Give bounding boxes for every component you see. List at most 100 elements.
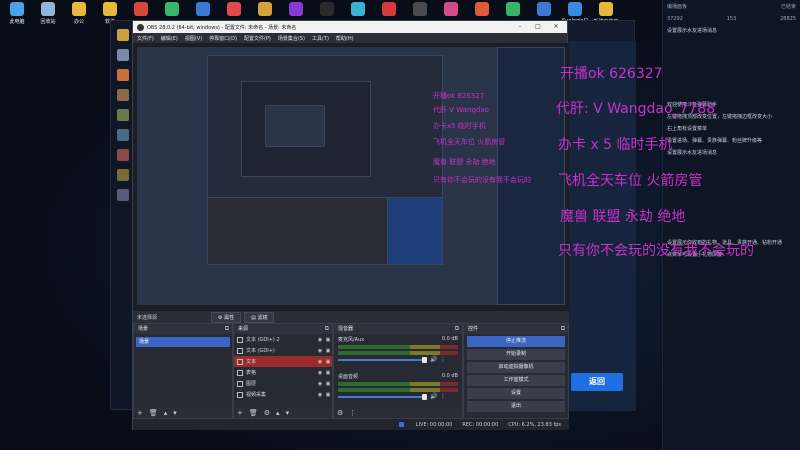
trash-icon[interactable]: 🗑 xyxy=(249,408,258,418)
visibility-icon[interactable]: ◉ xyxy=(316,359,324,365)
source-row[interactable]: 文本 (GDI+) ◉ ▣ xyxy=(234,345,332,356)
game-menu-icon[interactable] xyxy=(117,189,129,201)
source-row[interactable]: 文本 ◉ ▣ xyxy=(234,356,332,367)
desktop-shortcut-icon[interactable] xyxy=(438,2,464,18)
menu-item[interactable]: 场景集合(S) xyxy=(278,35,305,42)
properties-button[interactable]: ⚙ 属性 xyxy=(211,311,242,323)
menu-item[interactable]: 视图(V) xyxy=(185,35,202,42)
add-icon[interactable]: + xyxy=(137,408,143,418)
visibility-icon[interactable]: ◉ xyxy=(316,381,324,387)
undock-icon[interactable]: ⧉ xyxy=(561,324,565,334)
dock-title: 来源 ⧉ xyxy=(234,324,332,334)
menu-item[interactable]: 工具(T) xyxy=(312,35,329,42)
lock-icon[interactable]: ▣ xyxy=(324,337,332,343)
move-down-icon[interactable]: ▾ xyxy=(286,408,290,418)
visibility-icon[interactable]: ◉ xyxy=(316,370,324,376)
undock-icon[interactable]: ⧉ xyxy=(225,324,229,334)
more-icon[interactable]: ⋮ xyxy=(440,393,446,400)
more-icon[interactable]: ⋮ xyxy=(440,356,446,363)
desktop-shortcut-icon[interactable] xyxy=(469,2,495,18)
lock-icon[interactable]: ▣ xyxy=(324,370,332,376)
menu-item[interactable]: 文件(F) xyxy=(137,35,154,42)
slider-knob[interactable] xyxy=(422,394,427,400)
source-row[interactable]: 视频采集 ◉ ▣ xyxy=(234,389,332,400)
nested-panel xyxy=(387,197,443,265)
minimize-button[interactable]: – xyxy=(511,22,529,32)
game-menu-icon[interactable] xyxy=(117,109,129,121)
preview-danmaku: 飞机全天车位 火箭房管 xyxy=(433,138,506,146)
desktop-shortcut-icon[interactable] xyxy=(500,2,526,18)
speaker-icon[interactable]: 🔊 xyxy=(430,393,437,400)
menu-item[interactable]: 停靠窗口(D) xyxy=(209,35,237,42)
gear-icon[interactable]: ⚙ xyxy=(337,408,343,418)
preview-canvas[interactable]: 开播ok 626327 代肝 V Wangdao 办卡x5 临时手机 飞机全天车… xyxy=(133,43,569,311)
desktop-shortcut-icon[interactable] xyxy=(345,2,371,18)
close-button[interactable]: ✕ xyxy=(547,22,565,32)
source-row[interactable]: 文本 (GDI+) 2 ◉ ▣ xyxy=(234,334,332,345)
volume-meter xyxy=(338,382,458,386)
game-menu-icon[interactable] xyxy=(117,29,129,41)
move-down-icon[interactable]: ▾ xyxy=(173,408,177,418)
return-button[interactable]: 返回 xyxy=(571,373,623,391)
desktop-shortcut-icon[interactable] xyxy=(252,2,278,18)
gear-icon[interactable]: ⚙ xyxy=(264,408,270,418)
app-icon xyxy=(10,2,24,16)
channel-header: 麦克风/Aux 0.0 dB xyxy=(338,336,458,343)
lock-icon[interactable]: ▣ xyxy=(324,392,332,398)
menu-item[interactable]: 编辑(E) xyxy=(161,35,178,42)
scene-item[interactable]: 场景 xyxy=(136,337,230,347)
menu-item[interactable]: 帮助(H) xyxy=(336,35,354,42)
desktop-shortcut-icon[interactable] xyxy=(159,2,185,18)
desktop-shortcut-icon[interactable] xyxy=(128,2,154,18)
lock-icon[interactable]: ▣ xyxy=(324,381,332,387)
control-button[interactable]: 启动虚拟摄像机 xyxy=(467,362,565,373)
desktop-shortcut-icon[interactable]: 此电脑 xyxy=(4,2,30,25)
desktop-shortcut-icon[interactable] xyxy=(407,2,433,18)
visibility-icon[interactable]: ◉ xyxy=(316,337,324,343)
game-menu-icon[interactable] xyxy=(117,149,129,161)
panel-note: 设置进场、弹幕、贵族弹幕、粉丝牌升级等 xyxy=(667,138,763,144)
desktop-shortcut-icon[interactable]: 办公 xyxy=(66,2,92,25)
game-menu-icon[interactable] xyxy=(117,129,129,141)
source-row[interactable]: 表格 ◉ ▣ xyxy=(234,367,332,378)
desktop-shortcut-icon[interactable] xyxy=(190,2,216,18)
volume-meter xyxy=(338,388,458,392)
more-icon[interactable]: ⋮ xyxy=(349,408,356,418)
desktop-shortcut-icon[interactable] xyxy=(221,2,247,18)
visibility-icon[interactable]: ◉ xyxy=(316,392,324,398)
control-button[interactable]: 工作室模式 xyxy=(467,375,565,386)
dock-title: 混音器 ⧉ xyxy=(334,324,462,334)
trash-icon[interactable]: 🗑 xyxy=(149,408,158,418)
game-menu-icon[interactable] xyxy=(117,89,129,101)
menu-item[interactable]: 配置文件(P) xyxy=(244,35,271,42)
panel-stats: 37292 153 28825 xyxy=(663,13,800,25)
desktop-shortcut-icon[interactable]: 回收站 xyxy=(35,2,61,25)
source-row[interactable]: 图层 ◉ ▣ xyxy=(234,378,332,389)
add-icon[interactable]: + xyxy=(237,408,243,418)
game-menu-icon[interactable] xyxy=(117,69,129,81)
game-menu-icon[interactable] xyxy=(117,49,129,61)
speaker-icon[interactable]: 🔊 xyxy=(430,356,437,363)
volume-slider[interactable]: 🔊 ⋮ xyxy=(338,356,458,363)
game-menu-icon[interactable] xyxy=(117,169,129,181)
move-up-icon[interactable]: ▴ xyxy=(164,408,168,418)
undock-icon[interactable]: ⧉ xyxy=(325,324,329,334)
move-up-icon[interactable]: ▴ xyxy=(276,408,280,418)
maximize-button[interactable]: □ xyxy=(529,22,547,32)
filters-button[interactable]: ▤ 滤镜 xyxy=(244,311,275,323)
desktop-shortcut-icon[interactable] xyxy=(314,2,340,18)
desktop-shortcut-icon[interactable] xyxy=(376,2,402,18)
control-button[interactable]: 设置 xyxy=(467,388,565,399)
lock-icon[interactable]: ▣ xyxy=(324,348,332,354)
control-button[interactable]: 开始录制 xyxy=(467,349,565,360)
volume-meter xyxy=(338,351,458,355)
desktop-shortcut-icon[interactable] xyxy=(283,2,309,18)
control-button[interactable]: 停止推流 xyxy=(467,336,565,347)
desktop-shortcut-icon[interactable] xyxy=(531,2,557,18)
slider-knob[interactable] xyxy=(422,357,427,363)
volume-slider[interactable]: 🔊 ⋮ xyxy=(338,393,458,400)
undock-icon[interactable]: ⧉ xyxy=(455,324,459,334)
visibility-icon[interactable]: ◉ xyxy=(316,348,324,354)
lock-icon[interactable]: ▣ xyxy=(324,359,332,365)
control-button[interactable]: 退出 xyxy=(467,401,565,412)
